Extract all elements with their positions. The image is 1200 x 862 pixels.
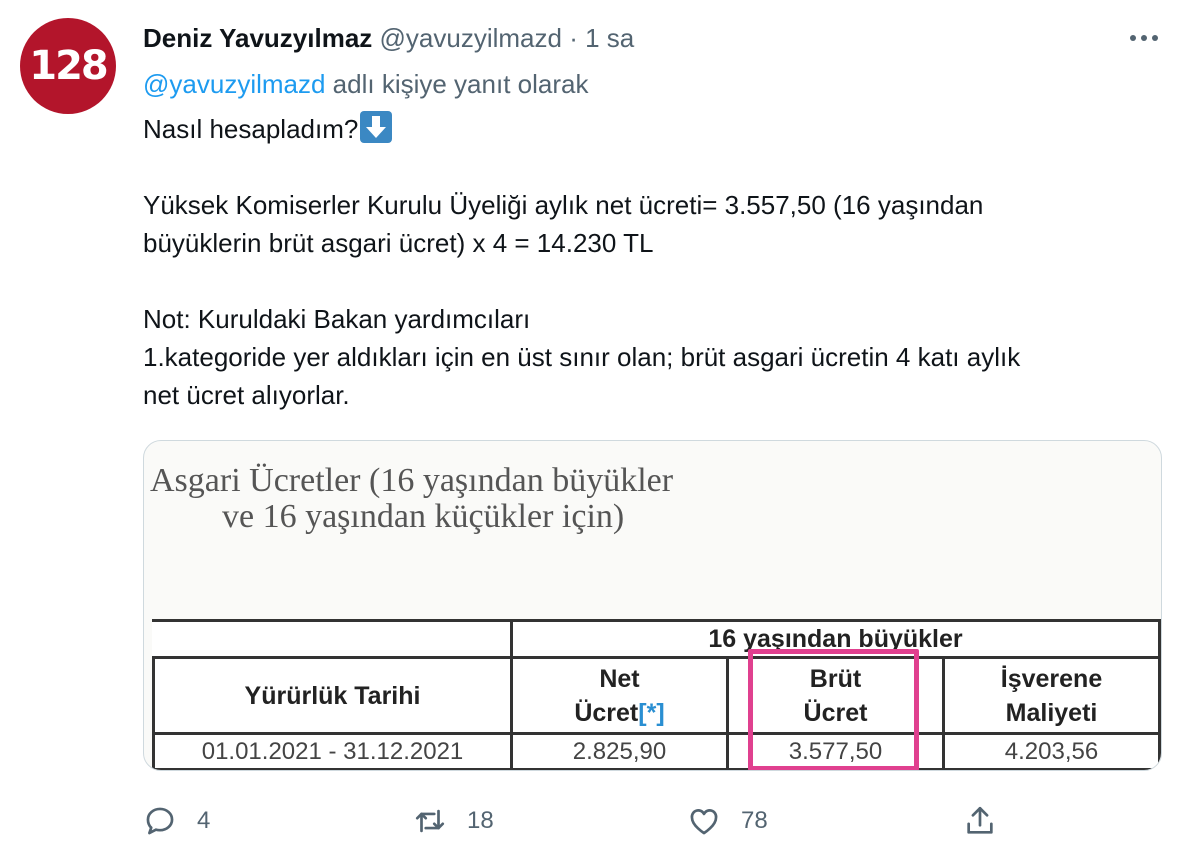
- reply-icon: [146, 807, 174, 835]
- image-title-line-2: ve 16 yaşından küçükler için): [222, 498, 625, 535]
- cell-net: 2.825,90: [510, 732, 729, 770]
- wage-table: 16 yaşından büyükler Yürürlük Tarihi Net…: [152, 619, 1161, 770]
- retweet-button[interactable]: 18: [413, 800, 494, 842]
- tweet-text: Nasıl hesapladım? Yüksek Komiserler Kuru…: [143, 110, 1173, 414]
- table-header-date: Yürürlük Tarihi: [152, 656, 513, 735]
- tweet-paragraph-3: Not: Kuruldaki Bakan yardımcıları 1.kate…: [143, 304, 1021, 410]
- author-handle[interactable]: @yavuzyilmazd: [380, 23, 562, 53]
- cell-employer-cost: 4.203,56: [942, 732, 1161, 770]
- image-title: Asgari Ücretler (16 yaşından büyükler ve…: [150, 463, 673, 535]
- tweet-header: Deniz Yavuzyılmaz @yavuzyilmazd · 1 sa: [143, 22, 634, 54]
- more-options-icon[interactable]: [1124, 22, 1164, 54]
- replying-to: @yavuzyilmazd adlı kişiye yanıt olarak: [143, 68, 588, 100]
- avatar[interactable]: 128: [20, 18, 116, 114]
- like-button[interactable]: 78: [687, 800, 768, 842]
- down-arrow-emoji-icon: [360, 111, 393, 143]
- share-button[interactable]: [963, 800, 997, 842]
- tweet-paragraph-2: Yüksek Komiserler Kurulu Üyeliği aylık n…: [143, 190, 984, 258]
- reply-to-suffix: adlı kişiye yanıt olarak: [325, 69, 589, 99]
- attached-image[interactable]: Asgari Ücretler (16 yaşından büyükler ve…: [143, 440, 1162, 771]
- reply-button[interactable]: 4: [143, 800, 210, 842]
- retweet-icon: [415, 809, 445, 833]
- table-corner-cell: [152, 619, 513, 659]
- reply-mention-link[interactable]: @yavuzyilmazd: [143, 69, 325, 99]
- table-header-net: Net Ücret[*]: [510, 656, 729, 735]
- highlight-box: [748, 649, 919, 770]
- image-title-line-1: Asgari Ücretler (16 yaşından büyükler: [150, 462, 674, 499]
- share-icon: [967, 806, 993, 834]
- header-separator: ·: [569, 23, 578, 53]
- tweet-time[interactable]: 1 sa: [585, 23, 634, 53]
- retweet-count: 18: [467, 807, 494, 834]
- table-header-employer-cost: İşverene Maliyeti: [942, 656, 1161, 735]
- heart-icon: [690, 809, 718, 835]
- table-row: 01.01.2021 - 31.12.2021 2.825,90 3.577,5…: [152, 732, 1161, 770]
- footnote-marker: [*]: [638, 698, 665, 727]
- cell-date: 01.01.2021 - 31.12.2021: [152, 732, 513, 770]
- avatar-text: 128: [29, 43, 108, 89]
- reply-count: 4: [197, 807, 211, 834]
- like-count: 78: [741, 807, 768, 834]
- author-name[interactable]: Deniz Yavuzyılmaz: [143, 23, 372, 53]
- tweet-actions: 4 18 78: [143, 800, 1173, 842]
- tweet-line-1: Nasıl hesapladım?: [143, 114, 359, 144]
